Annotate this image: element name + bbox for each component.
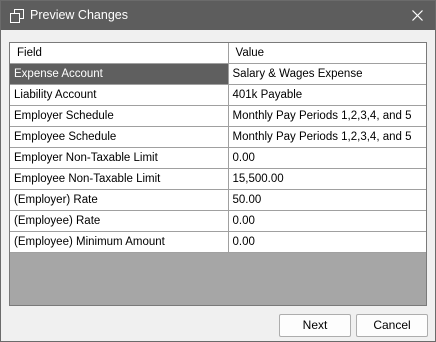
column-header-field[interactable]: Field <box>10 43 229 64</box>
close-icon <box>412 10 423 21</box>
value-cell[interactable]: 401k Payable <box>227 83 426 106</box>
value-cell[interactable]: 0.00 <box>227 209 426 232</box>
field-cell[interactable]: Employer Schedule <box>10 104 229 127</box>
value-cell[interactable]: Monthly Pay Periods 1,2,3,4, and 5 <box>227 125 426 148</box>
field-cell[interactable]: (Employer) Rate <box>10 188 229 211</box>
value-cell[interactable]: Salary & Wages Expense <box>227 62 426 85</box>
table-row[interactable]: Employer Schedule Monthly Pay Periods 1,2… <box>10 104 426 127</box>
value-cell[interactable]: Monthly Pay Periods 1,2,3,4, and 5 <box>227 104 426 127</box>
cancel-button[interactable]: Cancel <box>356 314 428 337</box>
changes-table: Field Value Expense Account Salary & Wage… <box>10 43 426 253</box>
field-cell[interactable]: Employer Non-Taxable Limit <box>10 146 229 169</box>
table-row[interactable]: Employee Schedule Monthly Pay Periods 1,2… <box>10 125 426 148</box>
value-cell[interactable]: 15,500.00 <box>227 167 426 190</box>
next-button[interactable]: Next <box>279 314 351 337</box>
field-cell[interactable]: Employee Schedule <box>10 125 229 148</box>
table-row[interactable]: Employer Non-Taxable Limit 0.00 <box>10 146 426 169</box>
grid-header-row: Field Value <box>10 43 426 64</box>
field-cell[interactable]: Employee Non-Taxable Limit <box>10 167 229 190</box>
table-row[interactable]: Employee Non-Taxable Limit 15,500.00 <box>10 167 426 190</box>
table-row[interactable]: Liability Account 401k Payable <box>10 83 426 106</box>
column-header-value[interactable]: Value <box>227 43 426 64</box>
preview-windows-icon <box>10 9 24 23</box>
field-cell[interactable]: (Employee) Rate <box>10 209 229 232</box>
table-row[interactable]: (Employee) Rate 0.00 <box>10 209 426 232</box>
window-title: Preview Changes <box>30 8 128 22</box>
title-bar: Preview Changes <box>1 1 435 30</box>
value-cell[interactable]: 0.00 <box>227 146 426 169</box>
table-row[interactable]: (Employee) Minimum Amount 0.00 <box>10 230 426 253</box>
preview-changes-dialog: Preview Changes Field Value Expense Acco… <box>0 0 436 342</box>
changes-grid[interactable]: Field Value Expense Account Salary & Wage… <box>9 42 427 306</box>
value-cell[interactable]: 0.00 <box>227 230 426 253</box>
field-cell[interactable]: (Employee) Minimum Amount <box>10 230 229 253</box>
field-cell[interactable]: Liability Account <box>10 83 229 106</box>
table-row[interactable]: Expense Account Salary & Wages Expense <box>10 62 426 85</box>
value-cell[interactable]: 50.00 <box>227 188 426 211</box>
field-cell[interactable]: Expense Account <box>10 62 229 85</box>
close-button[interactable] <box>403 1 432 30</box>
table-row[interactable]: (Employer) Rate 50.00 <box>10 188 426 211</box>
